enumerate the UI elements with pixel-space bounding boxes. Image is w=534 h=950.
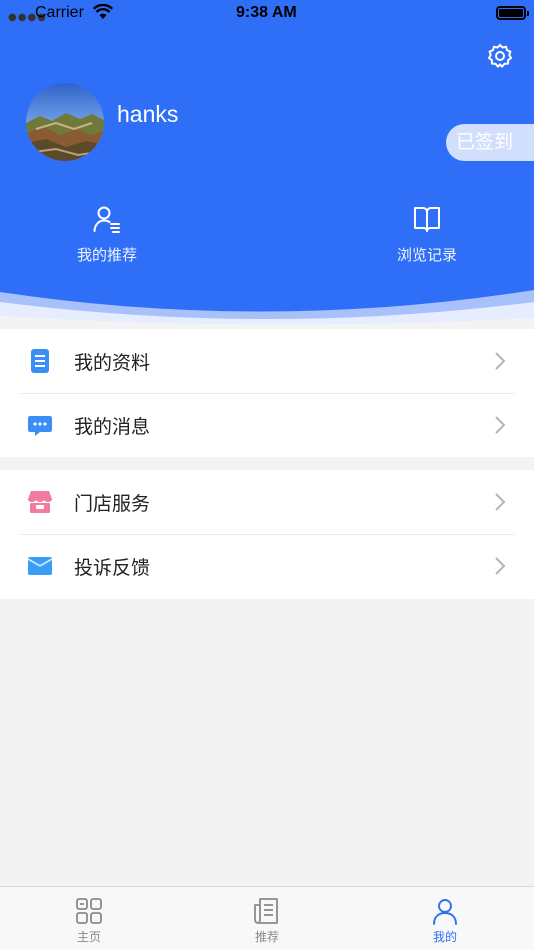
tab-recommend[interactable]: 推荐 <box>227 887 307 950</box>
chevron-right-icon <box>495 352 506 370</box>
browse-history-label: 浏览记录 <box>396 246 457 264</box>
chevron-right-icon <box>495 493 506 511</box>
menu-group-service: 门店服务 投诉反馈 <box>0 470 534 599</box>
newspaper-icon <box>254 898 278 924</box>
settings-gear-icon[interactable] <box>486 42 514 70</box>
username: hanks <box>117 101 179 127</box>
signed-in-badge[interactable]: 已签到 <box>446 124 534 161</box>
avatar-landscape-photo <box>26 83 104 161</box>
status-bar: ●●●● Carrier 9:38 AM <box>0 0 534 26</box>
wifi-icon <box>93 4 113 19</box>
tab-home[interactable]: 主页 <box>49 887 129 950</box>
menu-group-account: 我的资料 我的消息 <box>0 329 534 457</box>
tab-recommend-label: 推荐 <box>254 930 279 944</box>
tab-home-label: 主页 <box>76 930 101 944</box>
tab-bar: 主页 推荐 我的 <box>0 886 534 950</box>
menu-label: 我的消息 <box>74 416 151 438</box>
carrier-label: Carrier <box>35 4 84 21</box>
user-list-icon <box>93 206 120 233</box>
browse-history-button[interactable]: 浏览记录 <box>357 200 497 270</box>
envelope-icon <box>28 557 52 575</box>
open-book-icon <box>414 207 440 232</box>
clock-time: 9:38 AM <box>236 4 297 21</box>
person-icon <box>433 899 457 925</box>
chat-bubble-icon <box>28 416 52 436</box>
document-icon <box>31 349 49 373</box>
menu-label: 门店服务 <box>74 493 151 515</box>
menu-label: 投诉反馈 <box>74 557 151 579</box>
menu-item-complaint-feedback[interactable]: 投诉反馈 <box>0 534 534 598</box>
tab-mine[interactable]: 我的 <box>405 887 485 950</box>
menu-label: 我的资料 <box>74 352 151 374</box>
my-recommendations-label: 我的推荐 <box>76 246 137 264</box>
chevron-right-icon <box>495 557 506 575</box>
avatar[interactable] <box>26 83 104 161</box>
battery-icon <box>496 6 529 20</box>
chevron-right-icon <box>495 416 506 434</box>
menu-item-my-profile[interactable]: 我的资料 <box>0 329 534 393</box>
my-recommendations-button[interactable]: 我的推荐 <box>37 200 177 270</box>
profile-header: ●●●● Carrier 9:38 AM hanks 已签到 我的推荐 浏览记录 <box>0 0 534 330</box>
header-wave <box>0 290 534 330</box>
menu-item-my-messages[interactable]: 我的消息 <box>0 393 534 457</box>
tab-mine-label: 我的 <box>432 930 457 944</box>
store-icon <box>28 491 52 513</box>
menu-item-store-service[interactable]: 门店服务 <box>0 470 534 534</box>
grid-home-icon <box>76 898 102 924</box>
